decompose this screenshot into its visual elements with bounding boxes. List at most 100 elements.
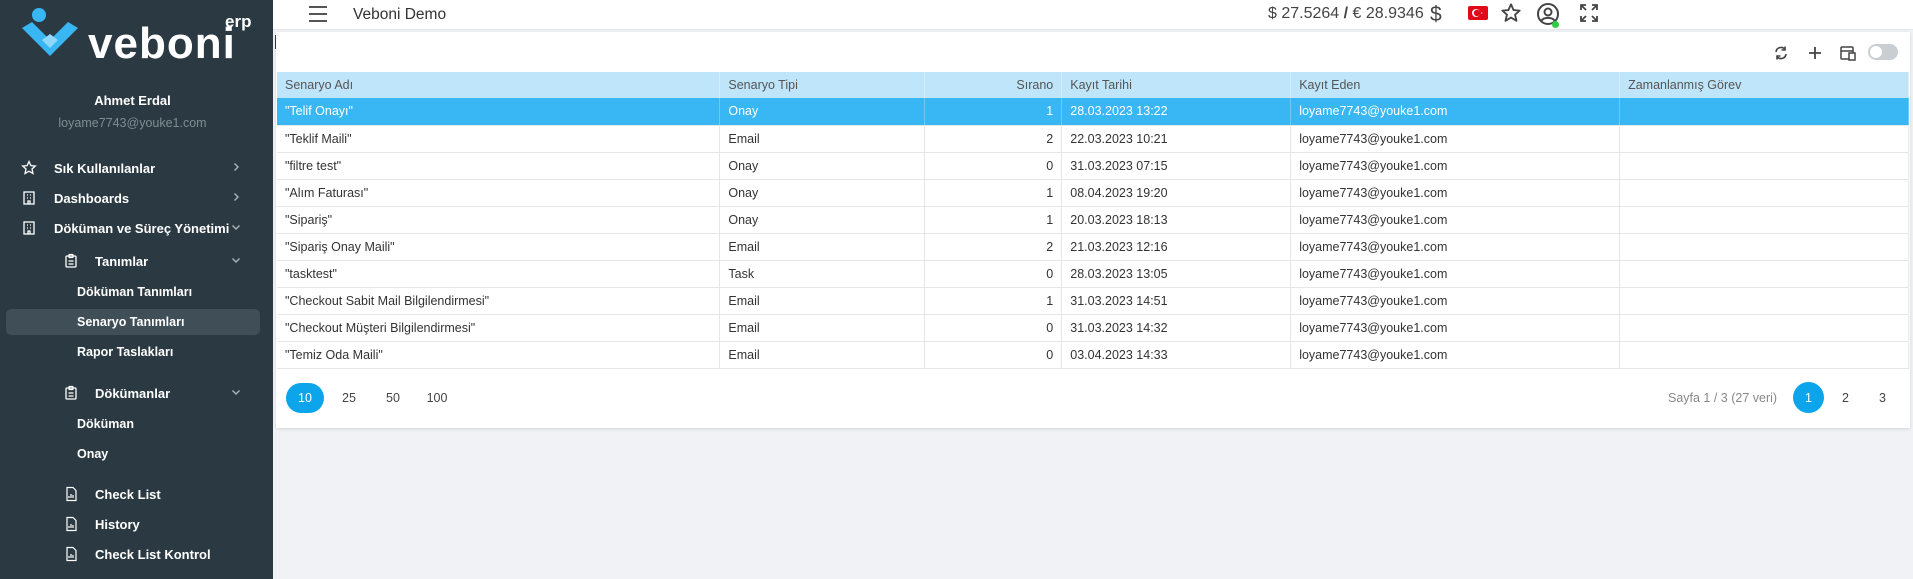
- table-row[interactable]: "Sipariş Onay Maili" Email 2 21.03.2023 12:…: [277, 233, 1909, 261]
- table-row[interactable]: "Checkout Müşteri Bilgilendirmesi" Email 0…: [277, 314, 1909, 342]
- table-cell: Email: [719, 314, 926, 342]
- sidebar-item-s-k-kullan-lanlar[interactable]: Sık Kullanılanlar: [6, 155, 260, 181]
- table-cell: Email: [719, 233, 926, 261]
- sidebar-item-dashboards[interactable]: Dashboards: [6, 185, 260, 211]
- table-cell: "Checkout Müşteri Bilgilendirmesi": [277, 314, 721, 342]
- favorite-star-icon[interactable]: [1500, 2, 1522, 24]
- add-icon[interactable]: [1806, 44, 1824, 62]
- column-chooser-icon[interactable]: [1839, 44, 1857, 62]
- sidebar-item-label: Check List: [95, 486, 161, 502]
- sidebar-item-d-k-man-ve-s-re-y-netimi[interactable]: Döküman ve Süreç Yönetimi: [6, 215, 260, 241]
- table-row[interactable]: "tasktest" Task 0 28.03.2023 13:05 loyame774…: [277, 260, 1909, 288]
- table-cell: loyame7743@youke1.com: [1290, 341, 1621, 369]
- table-cell: 03.04.2023 14:33: [1061, 341, 1292, 369]
- column-header-s-rano[interactable]: Sırano: [924, 72, 1063, 98]
- veboni-logo[interactable]: veboni erp: [20, 6, 265, 68]
- table-cell: loyame7743@youke1.com: [1290, 152, 1621, 180]
- menu-toggle-icon[interactable]: [309, 6, 327, 22]
- column-header-senaryo-tipi[interactable]: Senaryo Tipi: [719, 72, 926, 98]
- table-cell: loyame7743@youke1.com: [1290, 125, 1621, 153]
- table-cell: 0: [924, 152, 1063, 180]
- page-size-50-button[interactable]: 50: [374, 383, 412, 413]
- sidebar-item-label: Senaryo Tanımları: [77, 315, 185, 329]
- table-cell: [1619, 152, 1909, 180]
- column-header-kay-t-tarihi[interactable]: Kayıt Tarihi: [1061, 72, 1292, 98]
- sidebar-item-onay[interactable]: Onay: [6, 441, 260, 467]
- report-icon: [66, 486, 77, 502]
- table-cell: loyame7743@youke1.com: [1290, 179, 1621, 207]
- table-cell: 1: [924, 98, 1063, 126]
- table-cell: "Sipariş": [277, 206, 721, 234]
- table-cell: "Alım Faturası": [277, 179, 721, 207]
- table-cell: 08.04.2023 19:20: [1061, 179, 1292, 207]
- table-cell: loyame7743@youke1.com: [1290, 287, 1621, 315]
- table-cell: [1619, 233, 1909, 261]
- table-cell: 1: [924, 179, 1063, 207]
- table-cell: "tasktest": [277, 260, 721, 288]
- page-2-button[interactable]: 2: [1830, 382, 1861, 413]
- sidebar-group-tan-mlar[interactable]: Tanımlar: [6, 248, 260, 274]
- sidebar-item-d-k-man-tan-mlar[interactable]: Döküman Tanımları: [6, 279, 260, 305]
- chevron-down-icon: [232, 225, 240, 230]
- view-toggle-switch[interactable]: [1868, 44, 1898, 60]
- table-cell: 31.03.2023 07:15: [1061, 152, 1292, 180]
- brand-suffix: erp: [225, 12, 252, 31]
- page-size-25-button[interactable]: 25: [330, 383, 368, 413]
- table-cell: 0: [924, 314, 1063, 342]
- sidebar-item-check-list-kontrol[interactable]: Check List Kontrol: [6, 541, 260, 567]
- sidebar-group-d-k-manlar[interactable]: Dökümanlar: [6, 380, 260, 406]
- table-cell: 1: [924, 287, 1063, 315]
- table-cell: 22.03.2023 10:21: [1061, 125, 1292, 153]
- sidebar-item-label: Sık Kullanılanlar: [54, 160, 156, 176]
- sidebar-item-label: Onay: [77, 447, 109, 461]
- table-row[interactable]: "filtre test" Onay 0 31.03.2023 07:15 loyame…: [277, 152, 1909, 180]
- column-header-zamanlanm-g-rev[interactable]: Zamanlanmış Görev: [1619, 72, 1909, 98]
- turkish-flag-icon[interactable]: [1468, 6, 1488, 20]
- table-cell: [1619, 125, 1909, 153]
- table-cell: 20.03.2023 18:13: [1061, 206, 1292, 234]
- sidebar-item-history[interactable]: History: [6, 511, 260, 537]
- table-row[interactable]: "Sipariş" Onay 1 20.03.2023 18:13 loyame7743…: [277, 206, 1909, 234]
- currency-icon[interactable]: $: [1430, 3, 1442, 27]
- table-cell: "Sipariş Onay Maili": [277, 233, 721, 261]
- page-size-100-button[interactable]: 100: [418, 383, 456, 413]
- column-header-kay-t-eden[interactable]: Kayıt Eden: [1290, 72, 1621, 98]
- scenario-table: Senaryo Adı Senaryo Tipi Sırano Kayıt Tarih…: [277, 72, 1909, 369]
- table-cell: loyame7743@youke1.com: [1290, 98, 1621, 126]
- fullscreen-icon[interactable]: [1579, 3, 1599, 23]
- sidebar-item-rapor-taslaklar[interactable]: Rapor Taslakları: [6, 339, 260, 365]
- table-row[interactable]: "Telif Onayı" Onay 1 28.03.2023 13:22 loyame…: [277, 98, 1909, 126]
- sidebar-item-d-k-man[interactable]: Döküman: [6, 411, 260, 437]
- table-cell: [1619, 260, 1909, 288]
- sidebar-item-senaryo-tan-mlar[interactable]: Senaryo Tanımları: [6, 309, 260, 335]
- table-row[interactable]: "Checkout Sabit Mail Bilgilendirmesi" Ema…: [277, 287, 1909, 315]
- table-row[interactable]: "Teklif Maili" Email 2 22.03.2023 10:21 loya…: [277, 125, 1909, 153]
- text-caret: [275, 35, 276, 49]
- eur-rate: € 28.9346: [1352, 5, 1424, 22]
- table-cell: [1619, 341, 1909, 369]
- table-row[interactable]: "Alım Faturası" Onay 1 08.04.2023 19:20 loya…: [277, 179, 1909, 207]
- table-cell: 28.03.2023 13:22: [1061, 98, 1292, 126]
- page-size-10-button[interactable]: 10: [286, 383, 324, 413]
- table-cell: 1: [924, 206, 1063, 234]
- clipboard-icon: [65, 385, 77, 400]
- top-bar: Veboni Demo: [273, 0, 1913, 30]
- table-cell: [1619, 206, 1909, 234]
- table-row[interactable]: "Temiz Oda Maili" Email 0 03.04.2023 14:33 l…: [277, 341, 1909, 369]
- table-cell: 0: [924, 260, 1063, 288]
- table-cell: "Teklif Maili": [277, 125, 721, 153]
- table-cell: loyame7743@youke1.com: [1290, 206, 1621, 234]
- table-cell: 2: [924, 125, 1063, 153]
- table-body: "Telif Onayı" Onay 1 28.03.2023 13:22 loyame…: [277, 98, 1909, 369]
- page-3-button[interactable]: 3: [1867, 382, 1898, 413]
- sidebar-item-label: History: [95, 516, 140, 532]
- table-cell: loyame7743@youke1.com: [1290, 233, 1621, 261]
- sidebar-item-check-list[interactable]: Check List: [6, 481, 260, 507]
- column-header-senaryo-ad[interactable]: Senaryo Adı: [277, 72, 721, 98]
- table-cell: [1619, 314, 1909, 342]
- usd-rate: $ 27.5264: [1268, 5, 1340, 22]
- page-1-button[interactable]: 1: [1793, 382, 1824, 413]
- sidebar-item-label: Döküman Tanımları: [77, 285, 193, 299]
- sidebar-item-label: Dökümanlar: [95, 385, 171, 401]
- refresh-icon[interactable]: [1772, 44, 1790, 62]
